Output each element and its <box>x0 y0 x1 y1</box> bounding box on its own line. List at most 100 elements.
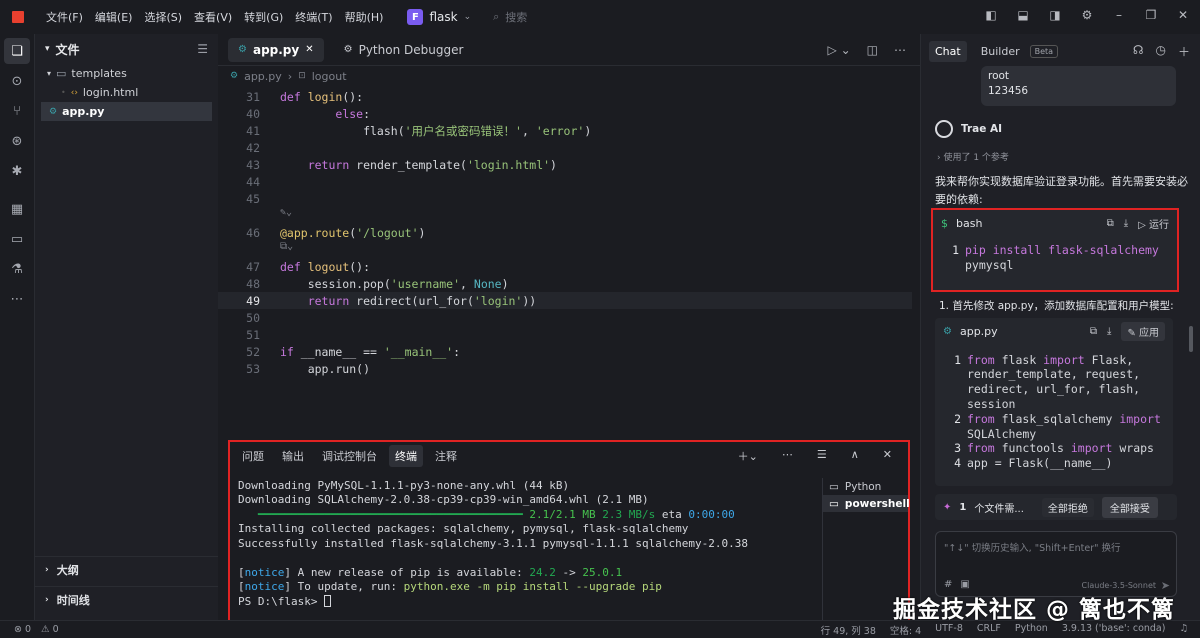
code-line[interactable]: 49 return redirect(url_for('login')) <box>218 292 912 309</box>
chat-scrollbar[interactable] <box>1189 326 1193 352</box>
tab-python-debugger[interactable]: ⚙ Python Debugger <box>334 38 474 62</box>
command-search[interactable]: ⌕ 搜索 <box>493 9 527 25</box>
code-line[interactable]: 52 if __name__ == '__main__': <box>218 343 912 360</box>
menu-select[interactable]: 选择(S) <box>138 9 188 25</box>
line-ending[interactable]: CRLF <box>977 623 1001 637</box>
tab-terminal[interactable]: 终端 <box>389 445 423 467</box>
code-line[interactable]: 51 <box>218 326 912 343</box>
code-lens-icon[interactable]: ✎⌄ <box>280 207 292 218</box>
filter-icon[interactable]: ☰ <box>197 42 208 56</box>
tab-comments[interactable]: 注释 <box>429 445 463 467</box>
insert-icon[interactable]: ⤓ <box>1124 218 1128 229</box>
code-line[interactable]: 48 session.pop('username', None) <box>218 275 912 292</box>
search-view-icon[interactable]: ⊙ <box>4 68 30 94</box>
run-button[interactable]: ▷ 运行 <box>1138 216 1169 231</box>
code-line[interactable]: 46 @app.route('/logout') <box>218 224 912 241</box>
outline-section[interactable]: › 大纲 <box>35 556 219 582</box>
image-icon[interactable]: ▣ <box>960 579 969 590</box>
toggle-panel-icon[interactable]: ⬓ <box>1014 8 1032 22</box>
terminal-python[interactable]: ▭ Python <box>823 478 908 495</box>
run-icon[interactable]: ▷ ⌄ <box>828 43 851 57</box>
menu-help[interactable]: 帮助(H) <box>339 9 390 25</box>
new-chat-icon[interactable]: ＋ <box>1178 43 1190 60</box>
code-line[interactable]: 45 <box>218 190 912 207</box>
copy-icon[interactable]: ⧉ <box>1107 218 1114 229</box>
terminal-output[interactable]: Downloading PyMySQL-1.1.1-py3-none-any.w… <box>238 478 812 609</box>
encoding[interactable]: UTF-8 <box>935 623 963 637</box>
copy-icon[interactable]: ⧉ <box>1090 326 1097 337</box>
tree-item-login-html[interactable]: • ‹› login.html <box>35 83 218 102</box>
code-line[interactable]: 47 def logout(): <box>218 258 912 275</box>
menu-file[interactable]: 文件(F) <box>40 9 89 25</box>
tab-app-py[interactable]: ⚙ app.py ✕ <box>228 37 324 62</box>
settings-gear-icon[interactable]: ⚙ <box>1078 8 1096 22</box>
extensions-icon[interactable]: ▦ <box>4 196 30 222</box>
code-editor[interactable]: 31 def login(): 40 else: 41 flash('用户名或密码错误… <box>218 88 920 433</box>
restore-icon[interactable]: ❐ <box>1142 8 1160 22</box>
explorer-icon[interactable]: ❏ <box>4 38 30 64</box>
code-line[interactable]: 40 else: <box>218 105 912 122</box>
interpreter[interactable]: 3.9.13 ('base': conda) <box>1062 623 1166 637</box>
history-icon[interactable]: ◷ <box>1156 43 1166 60</box>
tab-chat[interactable]: Chat <box>929 40 967 62</box>
language-mode[interactable]: Python <box>1015 623 1048 637</box>
chat-input[interactable]: "↑↓" 切换历史输入, "Shift+Enter" 换行 # ▣ Claude… <box>935 531 1177 597</box>
timeline-section[interactable]: › 时间线 <box>35 586 219 612</box>
breadcrumb-symbol[interactable]: logout <box>312 70 347 83</box>
menu-goto[interactable]: 转到(G) <box>238 9 289 25</box>
reference-toggle[interactable]: › 使用了 1 个参考 <box>937 150 1009 163</box>
new-terminal-icon[interactable]: ＋⌄ <box>732 445 764 467</box>
maximize-panel-icon[interactable]: ∧ <box>845 445 865 467</box>
preview-icon[interactable]: ▭ <box>4 226 30 252</box>
filter-icon[interactable]: ☰ <box>811 445 833 467</box>
toggle-sidebar-icon[interactable]: ◧ <box>982 8 1000 22</box>
errors-count[interactable]: ⊗ 0 <box>14 624 31 635</box>
terminal-powershell[interactable]: ▭ powershell <box>823 495 910 512</box>
tab-debug-console[interactable]: 调试控制台 <box>316 445 383 467</box>
accept-all-button[interactable]: 全部接受 <box>1101 496 1158 518</box>
close-icon[interactable]: ✕ <box>1174 8 1192 22</box>
project-switcher[interactable]: F flask ⌄ <box>407 9 471 25</box>
model-selector[interactable]: Claude-3.5-Sonnet <box>1082 581 1156 590</box>
split-editor-icon[interactable]: ◫ <box>867 43 878 57</box>
chevron-down-icon[interactable]: ▾ <box>45 44 50 54</box>
indentation[interactable]: 空格: 4 <box>890 623 921 637</box>
more-icon[interactable]: ⋯ <box>4 286 30 312</box>
menu-view[interactable]: 查看(V) <box>188 9 238 25</box>
more-actions-icon[interactable]: ⋯ <box>894 43 906 57</box>
more-icon[interactable]: ⋯ <box>776 445 799 467</box>
apply-button[interactable]: ✎ 应用 <box>1121 321 1165 341</box>
code-line[interactable]: 50 <box>218 309 912 326</box>
minimize-icon[interactable]: – <box>1110 8 1128 22</box>
headset-icon[interactable]: ☊ <box>1133 43 1144 60</box>
cursor-position[interactable]: 行 49, 列 38 <box>821 623 876 637</box>
testing-icon[interactable]: ⚗ <box>4 256 30 282</box>
reject-all-button[interactable]: 全部拒绝 <box>1041 497 1094 517</box>
code-line[interactable]: 31 def login(): <box>218 88 912 105</box>
close-tab-icon[interactable]: ✕ <box>305 44 313 55</box>
hash-context-icon[interactable]: # <box>944 579 952 590</box>
code-lens-icon[interactable]: ⧉⌄ <box>280 241 293 252</box>
toggle-chat-icon[interactable]: ◨ <box>1046 8 1064 22</box>
tree-item-app-py[interactable]: ⚙ app.py <box>41 102 212 121</box>
notifications-icon[interactable]: ♫ <box>1179 623 1188 637</box>
menu-terminal[interactable]: 终端(T) <box>289 9 338 25</box>
tab-problems[interactable]: 问题 <box>236 445 270 467</box>
code-line[interactable]: 44 <box>218 173 912 190</box>
tree-item-templates[interactable]: ▾ ▭ templates <box>35 64 218 83</box>
breadcrumb-file[interactable]: app.py <box>244 70 282 83</box>
tab-builder[interactable]: Builder <box>975 41 1026 62</box>
code-line[interactable]: 42 <box>218 139 912 156</box>
code-line[interactable]: 53 app.run() <box>218 360 912 377</box>
warnings-count[interactable]: ⚠ 0 <box>41 624 59 635</box>
pending-label[interactable]: 个文件需... <box>974 500 1024 515</box>
debug-icon[interactable]: ✱ <box>4 158 30 184</box>
source-control-icon[interactable]: ⑂ <box>4 98 30 124</box>
code-line[interactable]: 41 flash('用户名或密码错误！', 'error') <box>218 122 912 139</box>
insert-icon[interactable]: ⤓ <box>1107 326 1111 337</box>
tab-output[interactable]: 输出 <box>276 445 310 467</box>
close-panel-icon[interactable]: ✕ <box>877 445 898 467</box>
code-line[interactable]: 43 return render_template('login.html') <box>218 156 912 173</box>
menu-edit[interactable]: 编辑(E) <box>89 9 139 25</box>
remote-icon[interactable]: ⊛ <box>4 128 30 154</box>
